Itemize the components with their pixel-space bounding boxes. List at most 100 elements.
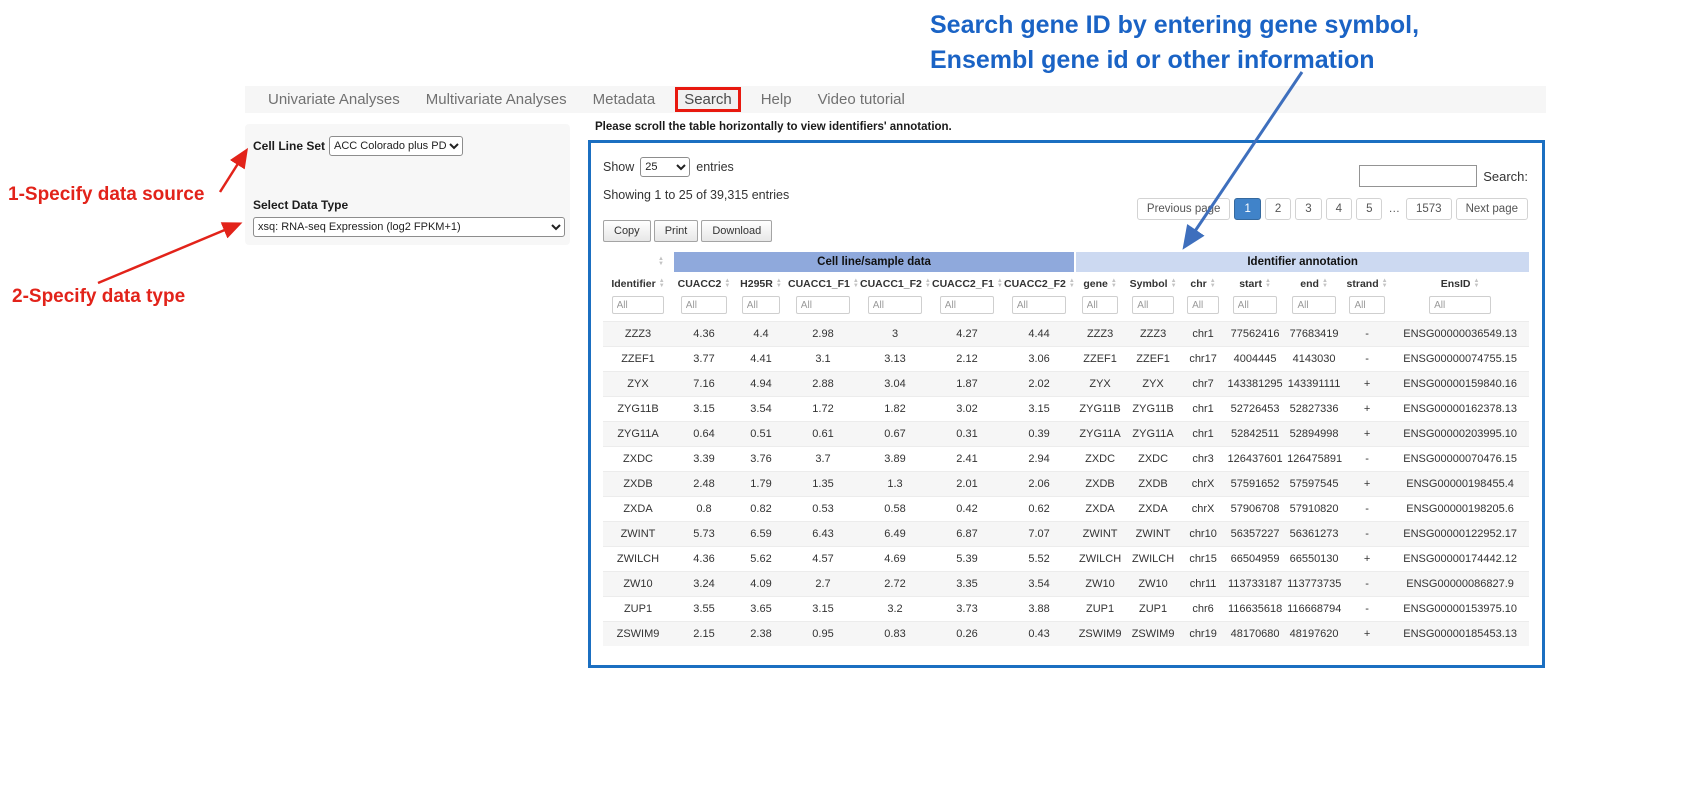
pagination-prev-button[interactable]: Previous page: [1137, 198, 1231, 220]
table-cell-h295r: 4.09: [735, 572, 787, 597]
column-header-cuacc2-f2[interactable]: CUACC2_F2▲▼: [1003, 272, 1075, 294]
table-cell-cuacc2-f2: 2.02: [1003, 372, 1075, 397]
cell-line-set-select[interactable]: ACC Colorado plus PDX: [329, 136, 463, 156]
nav-search[interactable]: Search: [675, 87, 741, 112]
table-cell-start: 52842511: [1225, 422, 1285, 447]
table-cell-gene: ZWINT: [1075, 522, 1125, 547]
table-search-input[interactable]: [1359, 165, 1477, 187]
table-cell-chr: chr1: [1181, 422, 1225, 447]
filter-input-gene[interactable]: [1082, 296, 1119, 314]
pagination-page-button[interactable]: 1573: [1406, 198, 1452, 220]
pagination-next-button[interactable]: Next page: [1456, 198, 1528, 220]
table-cell-chr: chr15: [1181, 547, 1225, 572]
table-cell-cuacc2-f1: 2.01: [931, 472, 1003, 497]
nav-multivariate-analyses[interactable]: Multivariate Analyses: [413, 91, 580, 108]
column-header-chr[interactable]: chr▲▼: [1181, 272, 1225, 294]
identifier-group-sort-header[interactable]: ▲▼: [603, 252, 673, 272]
filter-input-cuacc2-f1[interactable]: [940, 296, 994, 314]
nav-univariate-analyses[interactable]: Univariate Analyses: [255, 91, 413, 108]
filter-input-strand[interactable]: [1349, 296, 1384, 314]
table-cell-strand: -: [1343, 497, 1391, 522]
table-cell-cuacc2-f1: 3.35: [931, 572, 1003, 597]
download-button[interactable]: Download: [701, 220, 772, 242]
column-header-cuacc2[interactable]: CUACC2▲▼: [673, 272, 735, 294]
filter-input-cuacc1-f2[interactable]: [868, 296, 922, 314]
filter-input-end[interactable]: [1292, 296, 1335, 314]
column-header-strand[interactable]: strand▲▼: [1343, 272, 1391, 294]
table-cell-cuacc1-f2: 1.82: [859, 397, 931, 422]
table-cell-identifier: ZW10: [603, 572, 673, 597]
pagination-page-button[interactable]: 1: [1234, 198, 1260, 220]
nav-metadata[interactable]: Metadata: [580, 91, 669, 108]
table-cell-cuacc1-f1: 4.57: [787, 547, 859, 572]
nav-help[interactable]: Help: [748, 91, 805, 108]
table-cell-cuacc2: 3.24: [673, 572, 735, 597]
copy-button[interactable]: Copy: [603, 220, 651, 242]
column-header-cuacc1-f2[interactable]: CUACC1_F2▲▼: [859, 272, 931, 294]
filter-input-cuacc2[interactable]: [681, 296, 727, 314]
table-cell-h295r: 6.59: [735, 522, 787, 547]
pagination-page-button[interactable]: 5: [1356, 198, 1382, 220]
table-cell-ensid: ENSG00000159840.16: [1391, 372, 1529, 397]
column-header-cuacc1-f1[interactable]: CUACC1_F1▲▼: [787, 272, 859, 294]
table-cell-start: 56357227: [1225, 522, 1285, 547]
filter-input-cuacc1-f1[interactable]: [796, 296, 850, 314]
table-cell-gene: ZZZ3: [1075, 322, 1125, 347]
pagination-page-button[interactable]: 3: [1295, 198, 1321, 220]
table-cell-gene: ZXDC: [1075, 447, 1125, 472]
filter-input-chr[interactable]: [1187, 296, 1219, 314]
table-cell-cuacc2-f1: 5.39: [931, 547, 1003, 572]
filter-input-symbol[interactable]: [1132, 296, 1174, 314]
table-cell-identifier: ZUP1: [603, 597, 673, 622]
data-type-select[interactable]: xsq: RNA-seq Expression (log2 FPKM+1): [253, 217, 565, 237]
column-header-end[interactable]: end▲▼: [1285, 272, 1343, 294]
filter-input-h295r[interactable]: [742, 296, 780, 314]
table-cell-cuacc2: 4.36: [673, 322, 735, 347]
table-cell-cuacc2-f2: 3.06: [1003, 347, 1075, 372]
annotation-search-note-line1: Search gene ID by entering gene symbol,: [930, 8, 1419, 43]
filter-input-ensid[interactable]: [1429, 296, 1491, 314]
table-cell-cuacc1-f2: 0.83: [859, 622, 931, 647]
table-cell-strand: -: [1343, 447, 1391, 472]
print-button[interactable]: Print: [654, 220, 699, 242]
filter-input-start[interactable]: [1233, 296, 1278, 314]
table-cell-start: 4004445: [1225, 347, 1285, 372]
nav-video-tutorial[interactable]: Video tutorial: [805, 91, 918, 108]
data-selection-panel: Cell Line Set ACC Colorado plus PDX Sele…: [245, 124, 570, 245]
export-buttons: Copy Print Download: [603, 220, 1530, 242]
column-header-cuacc2-f1[interactable]: CUACC2_F1▲▼: [931, 272, 1003, 294]
column-header-identifier[interactable]: Identifier▲▼: [603, 272, 673, 294]
table-cell-h295r: 0.82: [735, 497, 787, 522]
filter-cell: [1181, 294, 1225, 322]
filter-input-cuacc2-f2[interactable]: [1012, 296, 1066, 314]
column-header-symbol[interactable]: Symbol▲▼: [1125, 272, 1181, 294]
table-cell-ensid: ENSG00000036549.13: [1391, 322, 1529, 347]
table-cell-cuacc1-f2: 1.3: [859, 472, 931, 497]
table-cell-symbol: ZYG11A: [1125, 422, 1181, 447]
table-cell-cuacc1-f2: 6.49: [859, 522, 931, 547]
column-header-gene[interactable]: gene▲▼: [1075, 272, 1125, 294]
table-cell-cuacc1-f1: 3.1: [787, 347, 859, 372]
table-cell-h295r: 3.65: [735, 597, 787, 622]
table-cell-cuacc2-f1: 2.41: [931, 447, 1003, 472]
table-cell-start: 48170680: [1225, 622, 1285, 647]
page-length-select[interactable]: 25: [640, 157, 690, 177]
table-cell-end: 56361273: [1285, 522, 1343, 547]
table-cell-h295r: 3.54: [735, 397, 787, 422]
table-cell-cuacc1-f2: 3: [859, 322, 931, 347]
column-label: CUACC2: [678, 278, 722, 290]
column-label: end: [1300, 278, 1319, 290]
sort-icon: ▲▼: [1111, 279, 1117, 289]
column-header-start[interactable]: start▲▼: [1225, 272, 1285, 294]
pagination-page-button[interactable]: 4: [1326, 198, 1352, 220]
pagination-page-button[interactable]: 2: [1265, 198, 1291, 220]
table-cell-cuacc2: 3.39: [673, 447, 735, 472]
column-header-ensid[interactable]: EnsID▲▼: [1391, 272, 1529, 294]
scroll-hint: Please scroll the table horizontally to …: [595, 121, 952, 133]
table-cell-cuacc2: 4.36: [673, 547, 735, 572]
table-cell-cuacc2: 3.55: [673, 597, 735, 622]
filter-input-identifier[interactable]: [612, 296, 665, 314]
table-cell-h295r: 4.94: [735, 372, 787, 397]
column-header-h295r[interactable]: H295R▲▼: [735, 272, 787, 294]
table-cell-cuacc2-f2: 7.07: [1003, 522, 1075, 547]
